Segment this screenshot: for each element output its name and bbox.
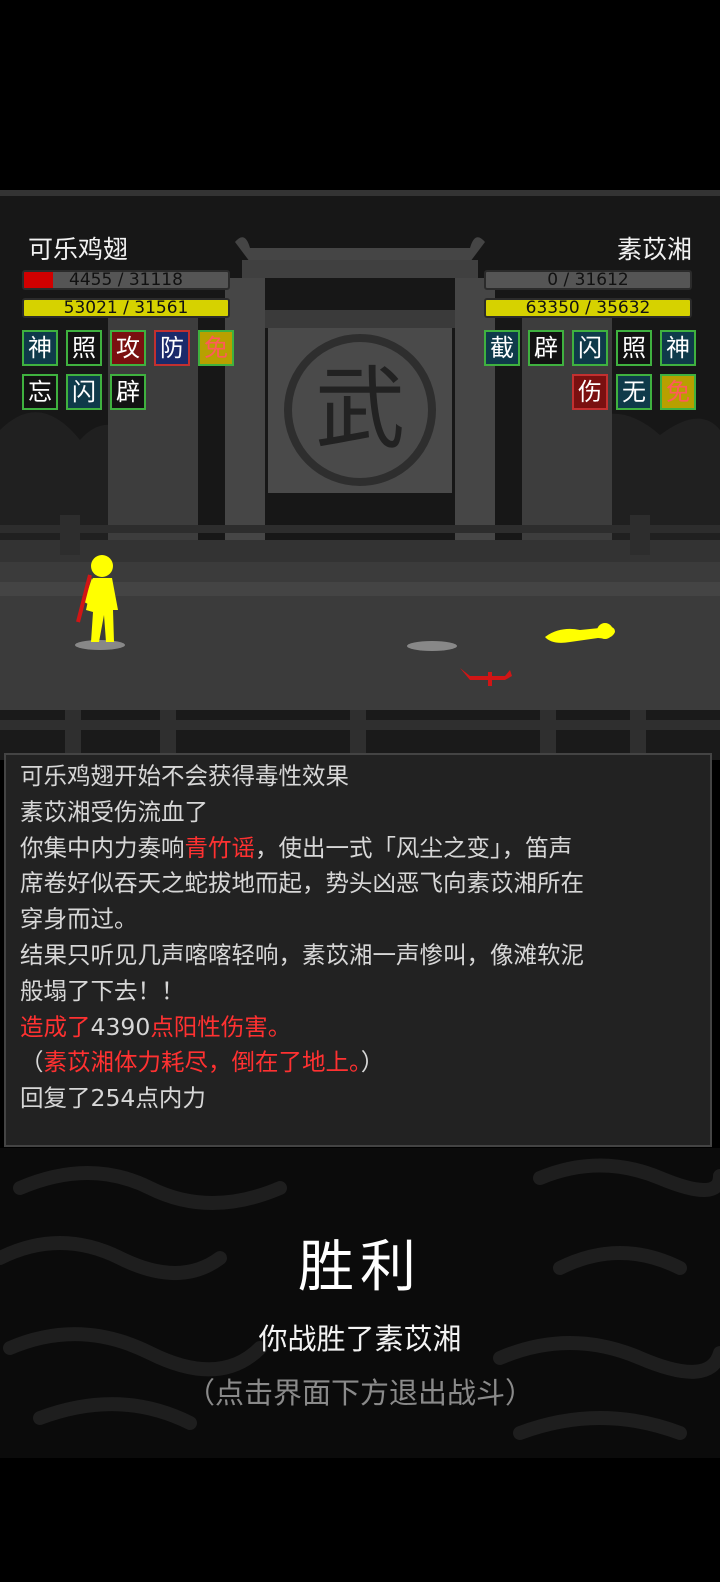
enemy-status-icon[interactable]: 伤 <box>572 374 608 410</box>
log-line: 席卷好似吞天之蛇拔地而起，势头凶恶飞向素苡湘所在 <box>20 866 696 902</box>
enemy-status-icon[interactable]: 神 <box>660 330 696 366</box>
log-text: 4390 <box>90 1012 151 1041</box>
enemy-name: 素苡湘 <box>616 235 692 264</box>
player-hp-text: 4455 / 31118 <box>69 270 183 290</box>
battle-log[interactable]: 可乐鸡翅开始不会获得毒性效果 素苡湘受伤流血了 你集中内力奏响青竹谣，使出一式「风尘… <box>4 753 712 1147</box>
log-text: 你集中内力奏响 <box>20 833 185 862</box>
victory-subtitle: 你战胜了素苡湘 <box>258 1322 462 1356</box>
enemy-status-icon[interactable]: 截 <box>484 330 520 366</box>
log-text: ） <box>360 1048 385 1077</box>
log-text: 回复了254点内力 <box>20 1084 206 1113</box>
gate-sign-text: 武 <box>315 357 405 462</box>
log-text: 般塌了下去！！ <box>20 976 185 1005</box>
enemy-hp-text: 0 / 31612 <box>547 270 629 290</box>
log-text: （ <box>20 1048 44 1077</box>
log-line: 你集中内力奏响青竹谣，使出一式「风尘之变」，笛声 <box>20 831 696 867</box>
log-text: 造成了 <box>20 1012 91 1041</box>
exit-battle-hint[interactable]: （点击界面下方退出战斗） <box>0 1370 720 1412</box>
enemy-hp-bar: 0 / 31612 <box>484 270 692 290</box>
victory-title: 胜利 <box>298 1235 422 1300</box>
enemy-status-icon[interactable]: 免 <box>660 374 696 410</box>
enemy-mp-bar: 63350 / 35632 <box>484 298 692 318</box>
log-line: 穿身而过。 <box>20 902 696 938</box>
log-text: 素苡湘体力耗尽，倒在了地上。 <box>43 1048 361 1077</box>
log-text: 青竹谣 <box>184 833 256 862</box>
enemy-status-icon[interactable]: 闪 <box>572 330 608 366</box>
log-line: 般塌了下去！！ <box>20 974 696 1010</box>
log-line: 可乐鸡翅开始不会获得毒性效果 <box>20 759 696 795</box>
player-status-icon[interactable]: 闪 <box>66 374 102 410</box>
player-status-icon[interactable]: 防 <box>154 330 190 366</box>
log-text: 素苡湘受伤流血了 <box>20 797 208 826</box>
player-mp-text: 53021 / 31561 <box>63 298 189 318</box>
log-line: （素苡湘体力耗尽，倒在了地上。） <box>20 1045 696 1081</box>
enemy-status-icons: 截辟闪照神伤无免 <box>484 330 696 410</box>
log-text: ，使出一式「风尘之变」，笛声 <box>255 833 573 862</box>
log-line: 回复了254点内力 <box>20 1081 696 1117</box>
enemy-mp-text: 63350 / 35632 <box>525 298 651 318</box>
player-status-icons: 神照攻防免忘闪辟 <box>22 330 234 410</box>
log-text: 穿身而过。 <box>20 905 138 934</box>
log-text: 点阳性伤害。 <box>150 1012 292 1041</box>
log-line: 素苡湘受伤流血了 <box>20 795 696 831</box>
player-status-icon[interactable]: 攻 <box>110 330 146 366</box>
log-text: 可乐鸡翅开始不会获得毒性效果 <box>20 762 349 790</box>
player-mp-bar: 53021 / 31561 <box>22 298 230 318</box>
enemy-status-icon[interactable]: 无 <box>616 374 652 410</box>
player-status-icon[interactable]: 忘 <box>22 374 58 410</box>
player-hp-bar: 4455 / 31118 <box>22 270 230 290</box>
log-line: 结果只听见几声喀喀轻响，素苡湘一声惨叫，像滩软泥 <box>20 938 696 974</box>
log-text: 席卷好似吞天之蛇拔地而起，势头凶恶飞向素苡湘所在 <box>20 869 584 898</box>
player-status-icon[interactable]: 免 <box>198 330 234 366</box>
player-status-icon[interactable]: 照 <box>66 330 102 366</box>
log-text: 结果只听见几声喀喀轻响，素苡湘一声惨叫，像滩软泥 <box>20 940 584 969</box>
player-status-icon[interactable]: 神 <box>22 330 58 366</box>
enemy-status-icon[interactable]: 照 <box>616 330 652 366</box>
player-name: 可乐鸡翅 <box>28 235 129 264</box>
battle-scene: 武 可乐鸡翅 4455 / 31118 53021 / 31561 神 照 攻 … <box>0 190 720 760</box>
enemy-status-icon[interactable]: 辟 <box>528 330 564 366</box>
player-status-icon[interactable]: 辟 <box>110 374 146 410</box>
log-line: 造成了4390点阳性伤害。 <box>20 1010 696 1046</box>
victory-panel[interactable]: 胜利 你战胜了素苡湘 （点击界面下方退出战斗） <box>0 1148 720 1458</box>
